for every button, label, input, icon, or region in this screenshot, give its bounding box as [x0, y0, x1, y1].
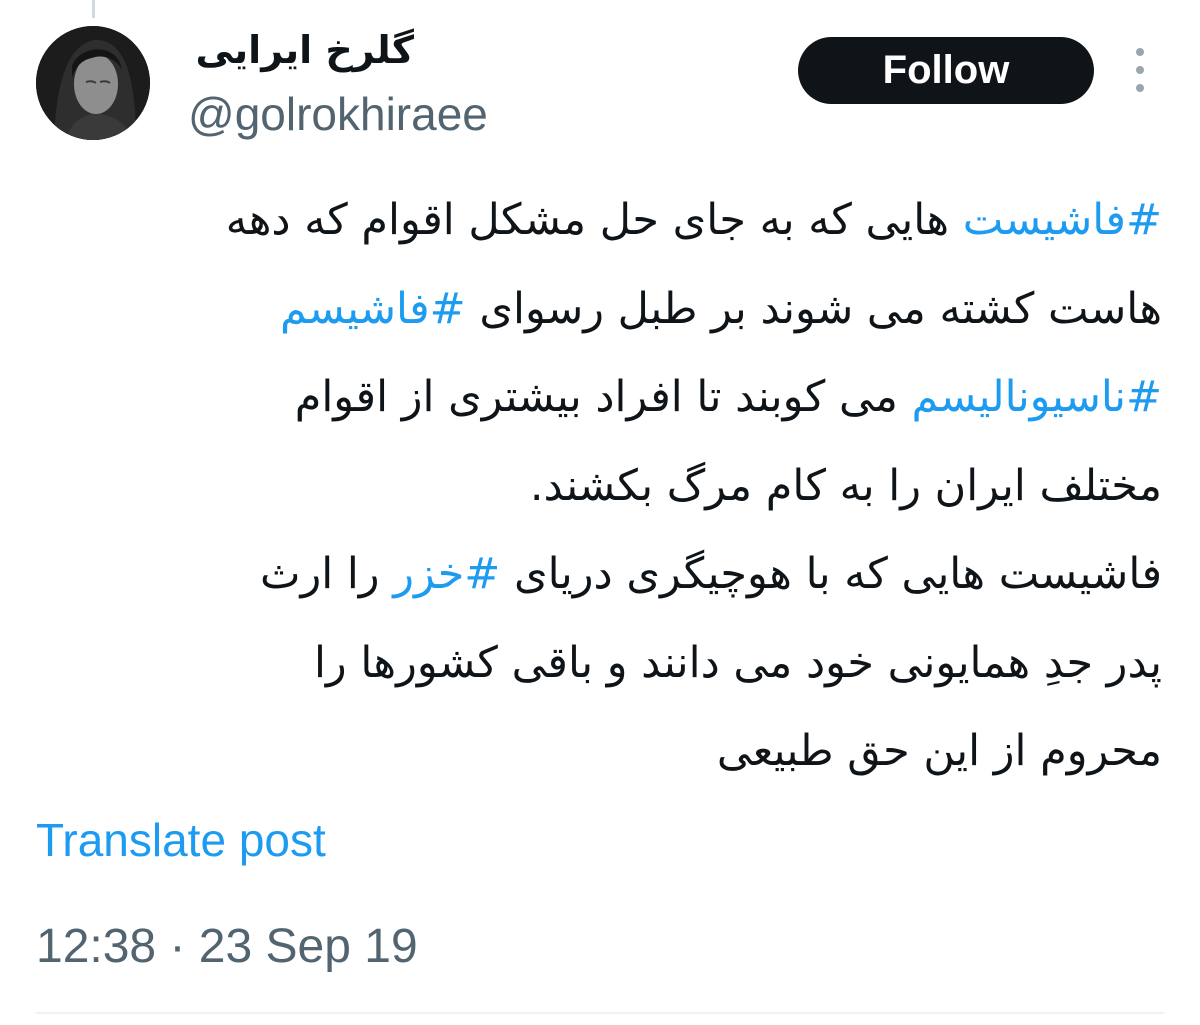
more-dot	[1136, 84, 1144, 92]
tweet-text-segment: مختلف ایران را به کام مرگ بکشند.	[529, 460, 1162, 511]
thread-connector-line	[92, 0, 95, 18]
follow-button[interactable]: Follow	[798, 37, 1094, 104]
author-display-name[interactable]: گلرخ ایرایی	[195, 26, 414, 74]
hashtag-link[interactable]: #فاشیسم	[280, 284, 466, 334]
tweet-line: پدر جدِ همایونی خود می دانند و باقی کشور…	[32, 619, 1162, 708]
post-timestamp[interactable]: 12:38 · 23 Sep 19	[36, 918, 418, 976]
hashtag-link[interactable]: #فاشیست	[963, 195, 1162, 245]
tweet-line: #فاشیست هایی که به جای حل مشکل اقوام که …	[32, 176, 1162, 265]
avatar-image	[36, 26, 150, 140]
tweet-line: هاست کشته می شوند بر طبل رسوای #فاشیسم	[32, 265, 1162, 354]
more-dot	[1136, 66, 1144, 74]
hashtag-link[interactable]: #خزر	[393, 549, 500, 599]
tweet-text-segment: را ارث	[259, 549, 394, 599]
hashtag-link[interactable]: #ناسیونالیسم	[912, 372, 1162, 422]
more-dot	[1136, 48, 1144, 56]
avatar[interactable]	[36, 26, 150, 140]
translate-post-link[interactable]: Translate post	[36, 812, 326, 868]
tweet-text-segment: می کوبند تا افراد بیشتری از اقوام	[294, 372, 912, 422]
tweet-text-segment: فاشیست هایی که با هوچیگری دریای	[500, 549, 1162, 599]
divider	[36, 1012, 1164, 1014]
tweet-line: محروم از این حق طبیعی	[32, 707, 1162, 796]
tweet-line: #ناسیونالیسم می کوبند تا افراد بیشتری از…	[32, 353, 1162, 442]
more-vertical-icon[interactable]	[1130, 48, 1150, 92]
tweet-text-segment: هایی که به جای حل مشکل اقوام که دهه	[225, 195, 963, 245]
tweet-line: فاشیست هایی که با هوچیگری دریای #خزر را …	[32, 530, 1162, 619]
tweet-text-segment: هاست کشته می شوند بر طبل رسوای	[465, 283, 1162, 334]
tweet-text-segment: محروم از این حق طبیعی	[716, 726, 1162, 776]
tweet-text-segment: پدر جدِ همایونی خود می دانند و باقی کشور…	[313, 637, 1162, 688]
tweet-line: مختلف ایران را به کام مرگ بکشند.	[32, 442, 1162, 531]
tweet-text: #فاشیست هایی که به جای حل مشکل اقوام که …	[32, 176, 1162, 796]
author-handle[interactable]: @golrokhiraee	[188, 86, 488, 142]
